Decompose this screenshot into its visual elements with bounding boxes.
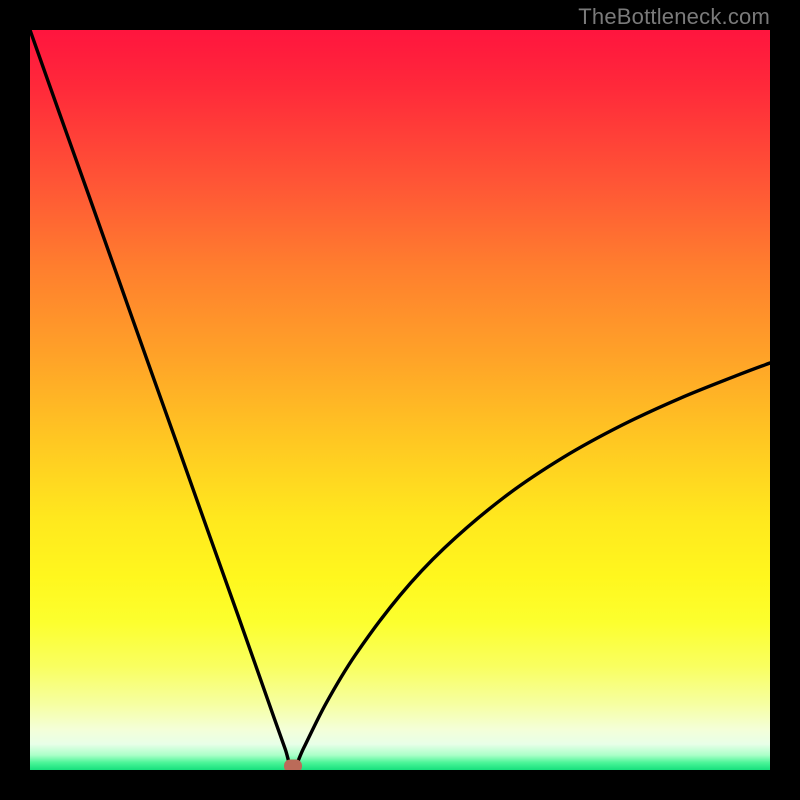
attribution-text: TheBottleneck.com (578, 4, 770, 30)
plot-area (30, 30, 770, 770)
minimum-marker (284, 760, 302, 771)
chart-frame: TheBottleneck.com (0, 0, 800, 800)
bottleneck-curve (30, 30, 770, 770)
